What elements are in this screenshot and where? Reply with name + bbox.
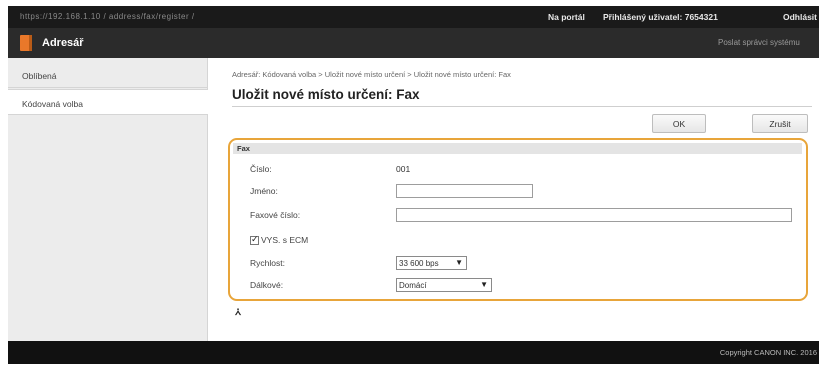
sidebar-item-coded-dial[interactable]: Kódovaná volba xyxy=(8,89,208,115)
address-book-icon xyxy=(20,35,32,51)
ecm-label: VYS. s ECM xyxy=(261,235,309,245)
logout-link[interactable]: Odhlásit xyxy=(783,12,817,22)
sidebar: Oblíbená Kódovaná volba xyxy=(8,58,208,341)
chevron-down-icon: ▼ xyxy=(480,280,488,289)
fax-section-header: Fax xyxy=(233,143,802,154)
fax-number-label: Faxové číslo: xyxy=(250,210,301,220)
portal-link[interactable]: Na portál xyxy=(548,12,585,22)
distance-value: Domácí xyxy=(399,281,427,290)
page-title: Uložit nové místo určení: Fax xyxy=(232,87,420,102)
logged-in-user: Přihlášený uživatel: 7654321 xyxy=(603,12,718,22)
address-url: https://192.168.1.10 / address/fax/regis… xyxy=(20,12,195,21)
ecm-checkbox[interactable] xyxy=(250,234,259,245)
copyright-text: Copyright CANON INC. 2016 xyxy=(719,348,817,357)
name-field[interactable] xyxy=(396,184,533,198)
breadcrumb[interactable]: Adresář: Kódovaná volba > Uložit nové mí… xyxy=(232,70,511,79)
footer: Copyright CANON INC. 2016 xyxy=(8,341,819,364)
fax-number-field[interactable] xyxy=(396,208,792,222)
main-content: Adresář: Kódovaná volba > Uložit nové mí… xyxy=(218,58,819,341)
sidebar-item-favorites[interactable]: Oblíbená xyxy=(8,62,208,88)
speed-label: Rychlost: xyxy=(250,258,285,268)
cancel-button[interactable]: Zrušit xyxy=(752,114,808,133)
double-arrow-up-icon[interactable]: ⩑ xyxy=(235,307,241,318)
number-label: Číslo: xyxy=(250,164,272,174)
speed-value: 33 600 bps xyxy=(399,259,439,268)
number-value: 001 xyxy=(396,164,411,174)
mail-admin-link[interactable]: Poslat správci systému xyxy=(718,38,800,47)
name-label: Jméno: xyxy=(250,186,278,196)
app-header: Adresář Poslat správci systému xyxy=(8,28,819,58)
title-divider xyxy=(232,106,812,107)
fax-settings-panel: Fax Číslo: 001 Jméno: Faxové číslo: VYS.… xyxy=(228,138,808,301)
speed-select[interactable]: 33 600 bps ▼ xyxy=(396,256,467,270)
distance-label: Dálkové: xyxy=(250,280,284,290)
top-bar: https://192.168.1.10 / address/fax/regis… xyxy=(8,6,819,28)
ok-button[interactable]: OK xyxy=(652,114,706,133)
chevron-down-icon: ▼ xyxy=(455,258,463,267)
distance-select[interactable]: Domácí ▼ xyxy=(396,278,492,292)
app-title: Adresář xyxy=(42,37,84,49)
